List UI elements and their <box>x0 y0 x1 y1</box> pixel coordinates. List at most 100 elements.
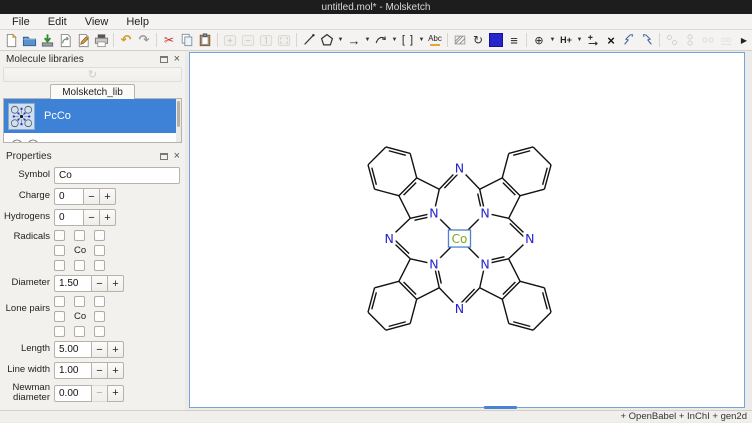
rotate-tool[interactable]: ↻ <box>469 31 487 49</box>
zoom-fit-button[interactable] <box>275 31 293 49</box>
length-decrement-button[interactable]: − <box>91 341 108 358</box>
molecule-canvas[interactable]: Co N N N N N N N N <box>190 53 744 407</box>
hydrogen-tool-dropdown[interactable]: ▼ <box>575 31 584 49</box>
diameter-value[interactable]: 1.50 <box>54 275 92 292</box>
new-file-button[interactable] <box>2 31 20 49</box>
distribute-horizontal-button[interactable] <box>699 31 717 49</box>
align-horizontal-button[interactable] <box>663 31 681 49</box>
lone-pair-checkbox[interactable] <box>54 326 65 337</box>
hydrogen-tool[interactable]: H+ <box>557 31 575 49</box>
save-as-button[interactable] <box>56 31 74 49</box>
radical-checkbox[interactable] <box>54 260 65 271</box>
lone-pair-checkbox[interactable] <box>94 311 105 322</box>
arrow-tool[interactable]: → <box>345 31 363 49</box>
zoom-original-button[interactable] <box>257 31 275 49</box>
charge-increment-button[interactable]: + <box>99 188 116 205</box>
float-panel-icon[interactable] <box>160 153 168 160</box>
hydrogens-increment-button[interactable]: + <box>99 209 116 226</box>
atom-NEn[interactable]: N <box>480 205 489 220</box>
library-item-pcco[interactable]: PcCo <box>4 99 181 133</box>
menu-view[interactable]: View <box>76 16 118 28</box>
charge-decrement-button[interactable]: − <box>83 188 100 205</box>
zoom-in-button[interactable] <box>221 31 239 49</box>
text-tool[interactable]: Abc <box>426 31 444 49</box>
menu-file[interactable]: File <box>3 16 39 28</box>
menu-help[interactable]: Help <box>117 16 158 28</box>
color-button[interactable] <box>487 31 505 49</box>
undo-button[interactable]: ↶ <box>117 31 135 49</box>
add-hydrogen-tool[interactable] <box>584 31 602 49</box>
charge-tool-dropdown[interactable]: ▼ <box>548 31 557 49</box>
print-button[interactable] <box>92 31 110 49</box>
newman-increment-button[interactable]: + <box>107 385 124 402</box>
radical-checkbox[interactable] <box>74 260 85 271</box>
ring-tool[interactable] <box>318 31 336 49</box>
ring-tool-dropdown[interactable]: ▼ <box>336 31 345 49</box>
atom-Co[interactable]: Co <box>452 232 468 246</box>
mechanism-tool-2[interactable] <box>638 31 656 49</box>
line-width-decrement-button[interactable]: − <box>91 362 108 379</box>
bracket-tool[interactable]: [ ] <box>399 31 417 49</box>
lone-pair-checkbox[interactable] <box>74 326 85 337</box>
symbol-field[interactable]: Co <box>54 167 180 184</box>
diameter-increment-button[interactable]: + <box>107 275 124 292</box>
lone-pair-checkbox[interactable] <box>54 311 65 322</box>
align-vertical-button[interactable] <box>681 31 699 49</box>
float-panel-icon[interactable] <box>160 56 168 63</box>
atom-Nl[interactable]: N <box>384 231 393 246</box>
tab-molsketch-lib[interactable]: Molsketch_lib <box>50 84 135 99</box>
lone-pair-checkbox[interactable] <box>94 296 105 307</box>
diameter-decrement-button[interactable]: − <box>91 275 108 292</box>
line-width-button[interactable]: ≡ <box>505 31 523 49</box>
radical-checkbox[interactable] <box>94 230 105 241</box>
draw-bond-tool[interactable] <box>300 31 318 49</box>
atom-SEn[interactable]: N <box>480 256 489 271</box>
length-increment-button[interactable]: + <box>107 341 124 358</box>
library-list[interactable]: PcCo <box>3 99 182 143</box>
charge-tool[interactable]: ⊕ <box>530 31 548 49</box>
radical-checkbox[interactable] <box>54 230 65 241</box>
toolbar-overflow-button[interactable]: ▶ <box>735 31 752 49</box>
radical-checkbox[interactable] <box>74 230 85 241</box>
copy-button[interactable] <box>178 31 196 49</box>
radical-checkbox[interactable] <box>94 260 105 271</box>
close-panel-icon[interactable]: × <box>174 54 180 65</box>
paste-button[interactable] <box>196 31 214 49</box>
save-button[interactable] <box>38 31 56 49</box>
atom-NWn[interactable]: N <box>429 205 438 220</box>
mechanism-arrow-tool[interactable] <box>372 31 390 49</box>
hydrogens-value[interactable]: 0 <box>54 209 84 226</box>
open-file-button[interactable] <box>20 31 38 49</box>
close-panel-icon[interactable]: × <box>174 151 180 162</box>
zoom-out-button[interactable] <box>239 31 257 49</box>
library-refresh-button[interactable]: ↻ <box>3 67 182 82</box>
line-width-increment-button[interactable]: + <box>107 362 124 379</box>
redo-button[interactable]: ↷ <box>135 31 153 49</box>
radical-checkbox[interactable] <box>94 245 105 256</box>
canvas-hscroll-thumb[interactable] <box>484 406 517 409</box>
export-button[interactable] <box>74 31 92 49</box>
distribute-vertical-button[interactable] <box>717 31 735 49</box>
mechanism-arrow-dropdown[interactable]: ▼ <box>390 31 399 49</box>
radical-checkbox[interactable] <box>54 245 65 256</box>
library-item-partial[interactable] <box>4 133 181 143</box>
atom-Nt[interactable]: N <box>455 160 464 175</box>
atom-SWn[interactable]: N <box>429 256 438 271</box>
cut-button[interactable]: ✂ <box>160 31 178 49</box>
charge-value[interactable]: 0 <box>54 188 84 205</box>
drawing-canvas[interactable]: Co N N N N N N N N <box>189 52 745 408</box>
arrow-tool-dropdown[interactable]: ▼ <box>363 31 372 49</box>
newman-value[interactable]: 0.00 <box>54 385 92 402</box>
menu-edit[interactable]: Edit <box>39 16 76 28</box>
bracket-tool-dropdown[interactable]: ▼ <box>417 31 426 49</box>
mechanism-tool-1[interactable] <box>620 31 638 49</box>
lone-pair-checkbox[interactable] <box>74 296 85 307</box>
hatch-fill-tool[interactable] <box>451 31 469 49</box>
atom-Nr[interactable]: N <box>525 231 534 246</box>
library-scrollbar[interactable] <box>176 99 181 142</box>
atom-Nb[interactable]: N <box>455 301 464 316</box>
hydrogens-decrement-button[interactable]: − <box>83 209 100 226</box>
delete-tool[interactable]: × <box>602 31 620 49</box>
lone-pair-checkbox[interactable] <box>54 296 65 307</box>
lone-pair-checkbox[interactable] <box>94 326 105 337</box>
